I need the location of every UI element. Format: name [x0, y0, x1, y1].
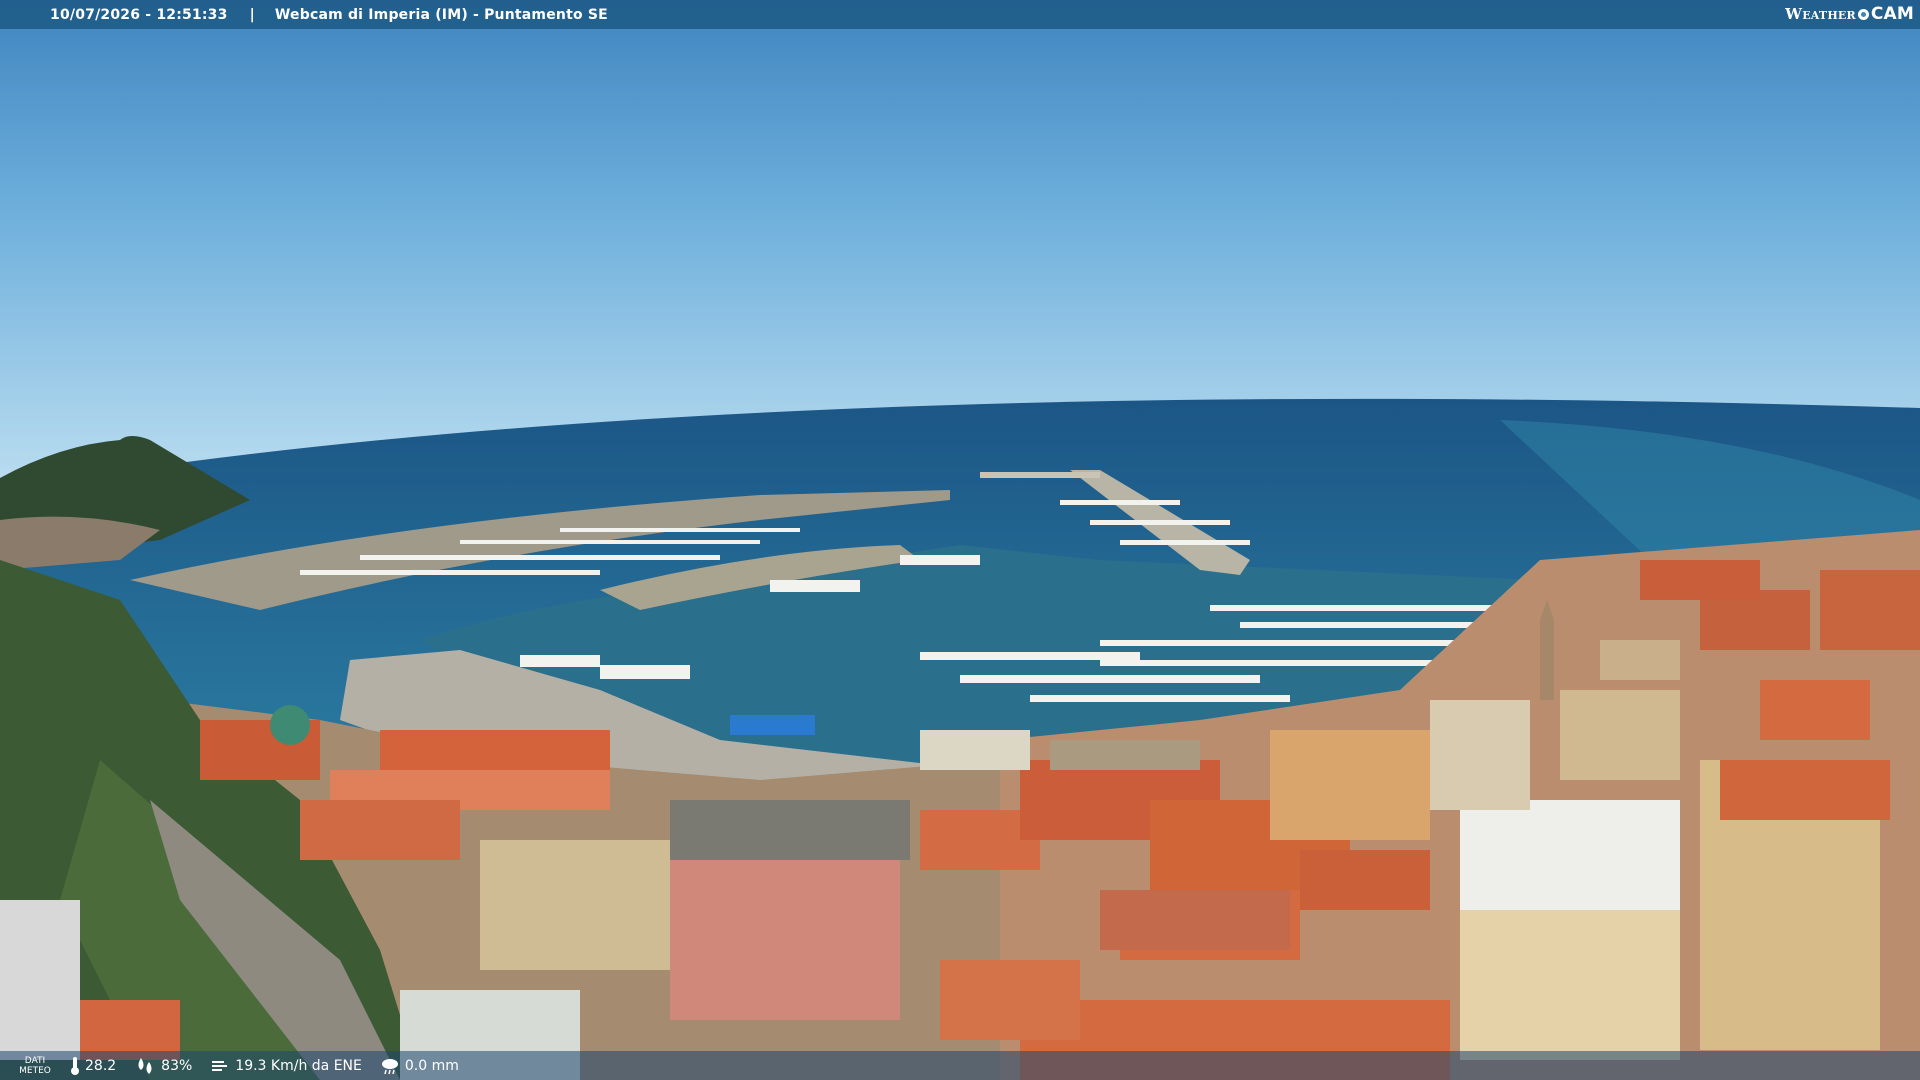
rain-value: 0.0 mm — [404, 1057, 459, 1074]
humidity-reading: 83% — [134, 1056, 192, 1076]
logo-dot-icon — [1857, 8, 1869, 20]
bell-tower — [1540, 620, 1554, 700]
green-dome — [270, 705, 310, 745]
temperature-value: 28.2 — [85, 1057, 117, 1074]
meteo-overlay-bar: DATI METEO 28.2 83% 19.3 Km/h da ENE 0.0… — [0, 1051, 1920, 1080]
temperature-reading: 28.2 — [70, 1056, 116, 1076]
rain-reading: 0.0 mm — [380, 1056, 459, 1076]
logo-text-cam: CAM — [1870, 4, 1914, 24]
wind-icon — [212, 1060, 228, 1071]
camera-title: Webcam di Imperia (IM) - Puntamento SE — [274, 6, 608, 23]
humidity-value: 83% — [161, 1057, 193, 1074]
meteo-label: DATI METEO — [19, 1055, 51, 1076]
thermometer-icon — [71, 1056, 79, 1075]
rain-cloud-icon — [381, 1058, 398, 1074]
datetime: 10/07/2026 - 12:51:33 — [50, 6, 228, 23]
humidity-drops-icon — [138, 1057, 152, 1074]
separator: | — [249, 6, 255, 23]
ferry — [730, 715, 815, 735]
wind-value: 19.3 Km/h da ENE — [235, 1057, 362, 1074]
top-overlay-bar: 10/07/2026 - 12:51:33 | Webcam di Imperi… — [0, 0, 1920, 29]
logo-text-weather: Weather — [1785, 5, 1856, 23]
weathercam-logo: Weather CAM — [1785, 2, 1914, 26]
wind-reading: 19.3 Km/h da ENE — [210, 1056, 362, 1076]
webcam-scene — [0, 0, 1920, 1080]
